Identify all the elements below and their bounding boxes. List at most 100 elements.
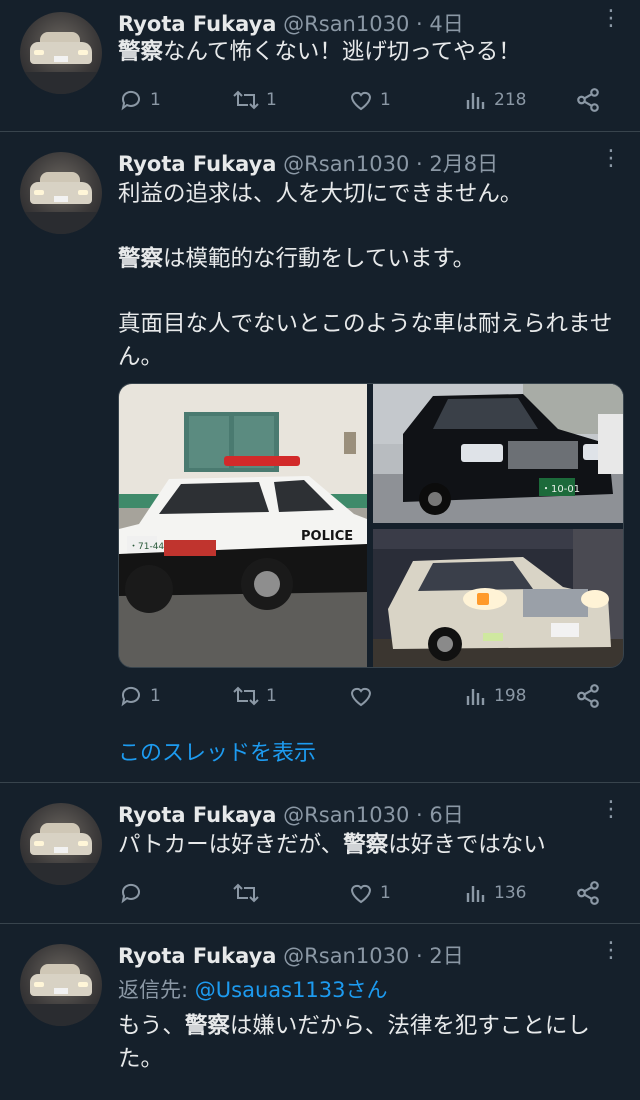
more-icon[interactable]: ⋮ bbox=[600, 797, 622, 825]
timestamp[interactable]: 2月8日 bbox=[429, 152, 498, 176]
reply-icon bbox=[121, 686, 140, 707]
retweet-icon bbox=[233, 883, 259, 903]
tweet-2[interactable]: Ryota Fukaya @Rsan1030 · 2月8日 ⋮ 利益の追求は、人… bbox=[0, 132, 640, 783]
user-handle[interactable]: @Rsan1030 bbox=[283, 944, 409, 968]
retweet-icon bbox=[233, 90, 259, 110]
separator: · bbox=[416, 803, 423, 827]
separator: · bbox=[416, 944, 423, 968]
mention-link[interactable]: @Usauas1133さん bbox=[195, 978, 388, 1002]
views-button[interactable]: 136 bbox=[464, 877, 526, 909]
tweet-paragraph: 真面目な人でないとこのような車は耐えられません。 bbox=[118, 311, 613, 370]
timestamp[interactable]: 6日 bbox=[429, 803, 463, 827]
police-label: POLICE bbox=[301, 529, 353, 544]
highlighted-term: 警察 bbox=[184, 1013, 230, 1039]
retweet-icon bbox=[233, 686, 259, 706]
highlighted-term: 警察 bbox=[118, 246, 164, 272]
reply-button[interactable]: 1 bbox=[118, 84, 161, 116]
tweet-paragraph: 利益の追求は、人を大切にできません。 bbox=[118, 181, 523, 207]
avatar[interactable] bbox=[20, 803, 102, 885]
reply-icon bbox=[121, 90, 140, 111]
tweet-3[interactable]: Ryota Fukaya @Rsan1030 · 6日 ⋮ パトカーは好きだが、… bbox=[0, 783, 640, 924]
reply-count: 1 bbox=[150, 686, 161, 706]
display-name[interactable]: Ryota Fukaya bbox=[118, 152, 276, 176]
garage-car-photo[interactable] bbox=[373, 529, 623, 667]
reply-button[interactable]: 1 bbox=[118, 680, 161, 712]
retweet-button[interactable]: 1 bbox=[232, 84, 277, 116]
like-icon bbox=[350, 884, 372, 904]
highlighted-term: 警察 bbox=[118, 39, 164, 65]
share-button[interactable] bbox=[575, 680, 601, 712]
reply-count: 1 bbox=[150, 90, 161, 110]
reply-icon bbox=[121, 883, 140, 904]
views-icon bbox=[466, 93, 485, 109]
tweet-1[interactable]: Ryota Fukaya @Rsan1030 · 4日 ⋮ 警察なんて怖くない！… bbox=[0, 0, 640, 132]
retweet-button[interactable]: 1 bbox=[232, 680, 277, 712]
tweet-text: もう、警察は嫌いだから、法律を犯すことにした。 bbox=[118, 1010, 623, 1076]
like-button[interactable]: 1 bbox=[348, 84, 391, 116]
tweet-text-rest: なんて怖くない！逃げ切ってやる！ bbox=[163, 39, 521, 65]
display-name[interactable]: Ryota Fukaya bbox=[118, 12, 276, 36]
display-name[interactable]: Ryota Fukaya bbox=[118, 803, 276, 827]
like-count: 1 bbox=[380, 90, 391, 110]
tweet-text-part: は好きではない bbox=[388, 832, 546, 858]
avatar[interactable] bbox=[20, 12, 102, 94]
tweet-4[interactable]: Ryota Fukaya @Rsan1030 · 2日 ⋮ 返信先: @Usau… bbox=[0, 924, 640, 1100]
user-handle[interactable]: @Rsan1030 bbox=[283, 152, 409, 176]
avatar[interactable] bbox=[20, 152, 102, 234]
retweet-button[interactable] bbox=[232, 877, 266, 909]
views-icon bbox=[466, 886, 485, 902]
license-plate: ・71-44 bbox=[129, 542, 164, 552]
more-icon[interactable]: ⋮ bbox=[600, 6, 622, 34]
tweet-header: Ryota Fukaya @Rsan1030 · 6日 bbox=[118, 799, 464, 829]
like-icon bbox=[350, 687, 372, 707]
separator: · bbox=[416, 12, 423, 36]
tweet-header: Ryota Fukaya @Rsan1030 · 2月8日 bbox=[118, 148, 498, 178]
retweet-count: 1 bbox=[266, 90, 277, 110]
timestamp[interactable]: 2日 bbox=[429, 944, 463, 968]
like-count: 1 bbox=[380, 883, 391, 903]
reply-context: 返信先: @Usauas1133さん bbox=[118, 974, 388, 1004]
tweet-header: Ryota Fukaya @Rsan1030 · 4日 bbox=[118, 8, 464, 38]
views-button[interactable]: 218 bbox=[464, 84, 526, 116]
like-button[interactable]: 1 bbox=[348, 877, 391, 909]
share-icon bbox=[577, 88, 599, 112]
user-handle[interactable]: @Rsan1030 bbox=[283, 803, 409, 827]
separator: · bbox=[416, 152, 423, 176]
action-bar: 1 136 bbox=[118, 877, 608, 909]
tweet-text: パトカーは好きだが、警察は好きではない bbox=[118, 829, 623, 862]
share-button[interactable] bbox=[575, 877, 601, 909]
display-name[interactable]: Ryota Fukaya bbox=[118, 944, 276, 968]
tweet-paragraph: 警察は模範的な行動をしています。 bbox=[118, 243, 623, 276]
views-icon bbox=[466, 689, 485, 705]
more-icon[interactable]: ⋮ bbox=[600, 146, 622, 174]
share-button[interactable] bbox=[575, 84, 601, 116]
tweet-text-part: もう、 bbox=[118, 1013, 185, 1039]
retweet-count: 1 bbox=[266, 686, 277, 706]
action-bar: 1 1 1 218 bbox=[118, 84, 608, 116]
view-count: 198 bbox=[494, 686, 527, 706]
tweet-text: 利益の追求は、人を大切にできません。 警察は模範的な行動をしています。 真面目な… bbox=[118, 178, 623, 374]
media-grid: ・71-44 POLICE ・10-01 bbox=[118, 383, 624, 668]
action-bar: 1 1 198 bbox=[118, 680, 608, 712]
share-icon bbox=[577, 684, 599, 708]
like-button[interactable] bbox=[348, 680, 380, 712]
police-car-photo[interactable]: ・71-44 POLICE bbox=[119, 384, 367, 667]
black-car-photo[interactable]: ・10-01 bbox=[373, 384, 623, 523]
views-button[interactable]: 198 bbox=[464, 680, 526, 712]
reply-button[interactable] bbox=[118, 877, 150, 909]
license-plate: ・10-01 bbox=[541, 484, 580, 495]
like-icon bbox=[350, 91, 372, 111]
avatar[interactable] bbox=[20, 944, 102, 1026]
view-count: 218 bbox=[494, 90, 527, 110]
view-count: 136 bbox=[494, 883, 527, 903]
user-handle[interactable]: @Rsan1030 bbox=[283, 12, 409, 36]
timestamp[interactable]: 4日 bbox=[429, 12, 463, 36]
tweet-text-part: パトカーは好きだが、 bbox=[118, 832, 344, 858]
show-thread-link[interactable]: このスレッドを表示 bbox=[118, 735, 316, 767]
more-icon[interactable]: ⋮ bbox=[600, 938, 622, 966]
share-icon bbox=[577, 881, 599, 905]
reply-prefix: 返信先: bbox=[118, 978, 195, 1002]
tweet-text: 警察なんて怖くない！逃げ切ってやる！ bbox=[118, 36, 623, 69]
tweet-header: Ryota Fukaya @Rsan1030 · 2日 bbox=[118, 940, 464, 970]
tweet-text-rest: は模範的な行動をしています。 bbox=[163, 246, 476, 272]
